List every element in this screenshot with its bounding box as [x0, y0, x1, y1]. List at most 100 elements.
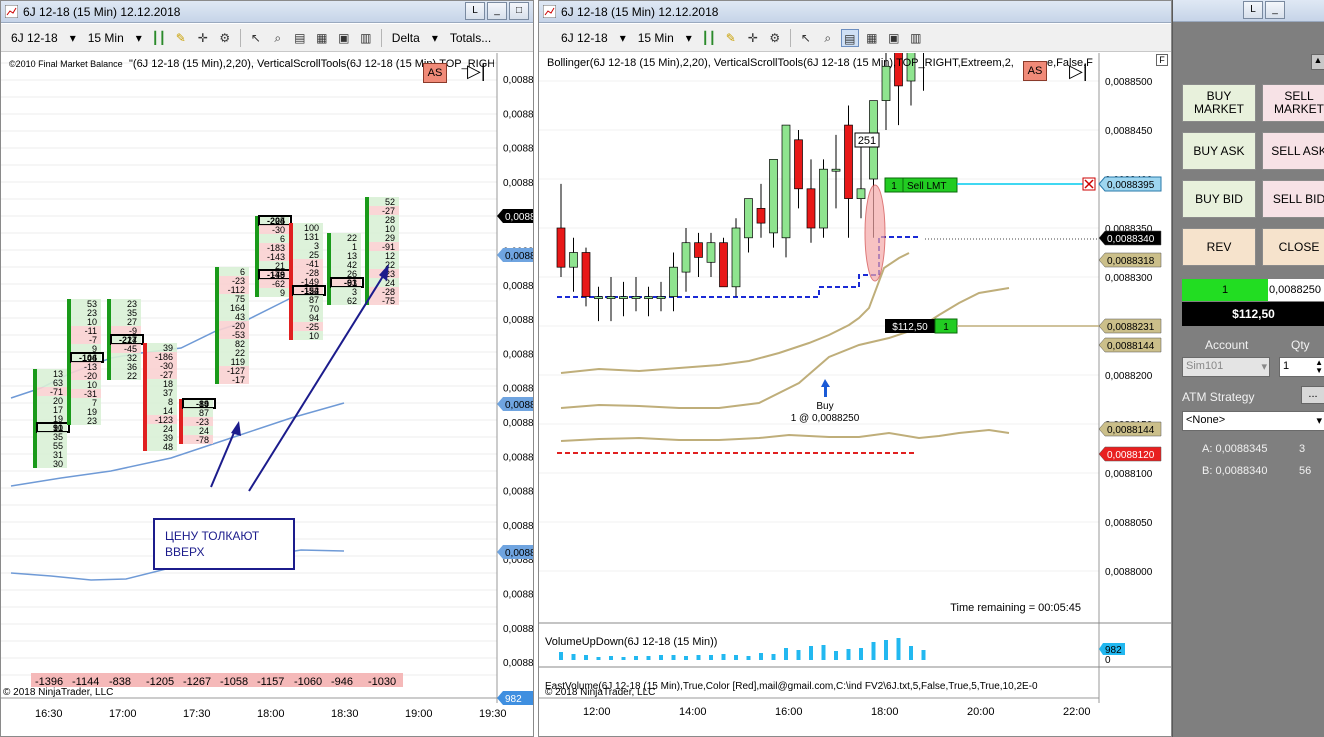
chevron-down-icon[interactable]: ▾ — [428, 29, 442, 47]
bollinger-lower — [560, 428, 1010, 442]
position-avg-price: 0,0088250 — [1268, 279, 1324, 301]
pointer-icon[interactable]: ↖ — [247, 29, 265, 47]
left-window-title: 6J 12-18 (15 Min) 12.12.2018 — [23, 4, 181, 19]
chart-trader-icon[interactable]: ▤ — [840, 28, 859, 47]
zoom-icon[interactable]: ⌕ — [819, 29, 837, 47]
chevron-down-icon[interactable]: ▾ — [682, 29, 696, 47]
crosshair-icon[interactable]: ✛ — [744, 29, 762, 47]
indicators-icon[interactable]: ▤ — [291, 29, 309, 47]
pencil-icon[interactable]: ✎ — [722, 29, 740, 47]
crosshair-icon[interactable]: ✛ — [194, 29, 212, 47]
candle — [594, 286, 603, 322]
time-remaining: Time remaining = 00:05:45 — [950, 602, 1081, 614]
right-titlebar[interactable]: 6J 12-18 (15 Min) 12.12.2018 — [539, 1, 1171, 23]
strategies-icon[interactable]: ▦ — [863, 29, 881, 47]
wrench-icon[interactable]: ⚙ — [216, 29, 234, 47]
qty-stepper-icon[interactable]: ▲ ▼ — [1315, 359, 1323, 375]
pencil-icon[interactable]: ✎ — [172, 29, 190, 47]
left-link-button[interactable]: L — [465, 2, 485, 20]
right-as-button[interactable]: AS — [1023, 61, 1047, 81]
price-axis-label: 0,0088100 — [1105, 469, 1153, 480]
strategies-icon[interactable]: ▦ — [313, 29, 331, 47]
volume-bar — [659, 655, 663, 660]
volume-tag: 982 — [505, 694, 522, 705]
toolbar-divider — [789, 28, 791, 47]
properties-icon[interactable]: ▣ — [335, 29, 353, 47]
buy-ask-button[interactable]: BUY ASK — [1182, 132, 1256, 170]
footprint-value: 30 — [53, 459, 63, 469]
f-button[interactable]: F — [1156, 54, 1168, 66]
chevron-down-icon[interactable]: ▾ — [616, 29, 630, 47]
price-axis-label: 0,0088300 — [1105, 273, 1153, 284]
scroll-up-icon[interactable]: ▲ — [1311, 54, 1324, 70]
chevron-down-icon[interactable]: ▾ — [66, 29, 80, 47]
left-as-button[interactable]: AS — [423, 63, 447, 83]
volume-bar — [584, 655, 588, 660]
bollinger-mid — [560, 287, 1010, 409]
delta-total: -1205 — [146, 676, 174, 688]
totals-dropdown[interactable]: Totals... — [446, 29, 495, 47]
buy-bid-button[interactable]: BUY BID — [1182, 180, 1256, 218]
sell-ask-button[interactable]: SELL ASK — [1262, 132, 1324, 170]
right-minimize-button[interactable]: _ — [1265, 1, 1285, 19]
interval-dropdown[interactable]: 15 Min — [84, 29, 128, 47]
candle-body — [831, 168, 841, 172]
atm-strategy-select[interactable]: <None> ▾ — [1182, 411, 1324, 431]
sell-market-button[interactable]: SELL MARKET — [1262, 84, 1324, 122]
footprint-value: 62 — [347, 296, 357, 306]
reverse-button[interactable]: REV — [1182, 228, 1256, 266]
data-box-icon[interactable]: ▥ — [907, 29, 925, 47]
footprint-bar: 532310-11-7946-104-13-2010-3171923 — [67, 299, 104, 426]
sell-bid-button[interactable]: SELL BID — [1262, 180, 1324, 218]
volume-bar — [884, 640, 888, 660]
time-axis-label: 19:30 — [479, 708, 507, 720]
price-axis-label: 0,0088050 — [1105, 518, 1153, 529]
chart-style-icon[interactable]: ┃┃ — [150, 29, 168, 47]
volume-bar — [859, 648, 863, 660]
instrument-dropdown[interactable]: 6J 12-18 — [557, 29, 612, 47]
buy-market-button[interactable]: BUY MARKET — [1182, 84, 1256, 122]
account-select[interactable]: Sim101 ▾ — [1182, 357, 1270, 377]
volume-bar — [709, 655, 713, 660]
price-axis-label: 0,0088 — [503, 109, 534, 120]
play-next-icon[interactable]: ▷| — [1069, 61, 1088, 82]
price-tag-blue: 0,0088 — [505, 400, 534, 411]
candle-body — [881, 65, 891, 101]
data-box-icon[interactable]: ▥ — [357, 29, 375, 47]
left-chart-window: 6J 12-18 (15 Min) 12.12.2018 L _ □ 6J 12… — [0, 0, 534, 737]
zoom-icon[interactable]: ⌕ — [269, 29, 287, 47]
properties-icon[interactable]: ▣ — [885, 29, 903, 47]
instrument-dropdown[interactable]: 6J 12-18 — [7, 29, 62, 47]
left-maximize-button[interactable]: □ — [509, 2, 529, 20]
footprint-value: -75 — [382, 296, 395, 306]
play-next-icon[interactable]: ▷| — [467, 61, 486, 82]
left-titlebar[interactable]: 6J 12-18 (15 Min) 12.12.2018 L _ □ — [1, 1, 533, 23]
side-titlebar[interactable]: L _ — [1173, 0, 1324, 22]
chevron-down-icon[interactable]: ▾ — [132, 29, 146, 47]
close-position-button[interactable]: CLOSE — [1262, 228, 1324, 266]
atm-options-button[interactable]: ... — [1301, 386, 1324, 404]
candle-body — [581, 252, 591, 297]
position-qty: 1 — [943, 322, 949, 333]
time-axis-label: 14:00 — [679, 706, 707, 718]
volume-bar — [634, 656, 638, 660]
candle-body — [619, 296, 628, 299]
interval-dropdown[interactable]: 15 Min — [634, 29, 678, 47]
pointer-icon[interactable]: ↖ — [797, 29, 815, 47]
footprint-bar: 14-8987-2324-78 — [179, 398, 216, 445]
left-minimize-button[interactable]: _ — [487, 2, 507, 20]
chart-style-icon[interactable]: ┃┃ — [700, 29, 718, 47]
qty-input[interactable]: 1 ▲ ▼ — [1279, 357, 1324, 377]
candle-body — [731, 227, 741, 288]
candle-body — [794, 139, 803, 190]
volume-bar — [809, 646, 813, 660]
annotation-line-1: ЦЕНУ ТОЛКАЮТ — [165, 529, 260, 543]
highlight-ellipse — [864, 184, 886, 282]
wrench-icon[interactable]: ⚙ — [766, 29, 784, 47]
delta-dropdown[interactable]: Delta — [388, 29, 424, 47]
right-link-button[interactable]: L — [1243, 1, 1263, 19]
candle — [706, 232, 716, 277]
left-footprint-chart[interactable]: 0,0088 0,0088 0,0088 0,0088 0,0088 0,0088 0,00… — [1, 53, 534, 737]
right-candlestick-chart[interactable]: 0,00885000,00884500,00884000,00883500,00… — [539, 53, 1172, 737]
candle-body — [644, 296, 653, 299]
